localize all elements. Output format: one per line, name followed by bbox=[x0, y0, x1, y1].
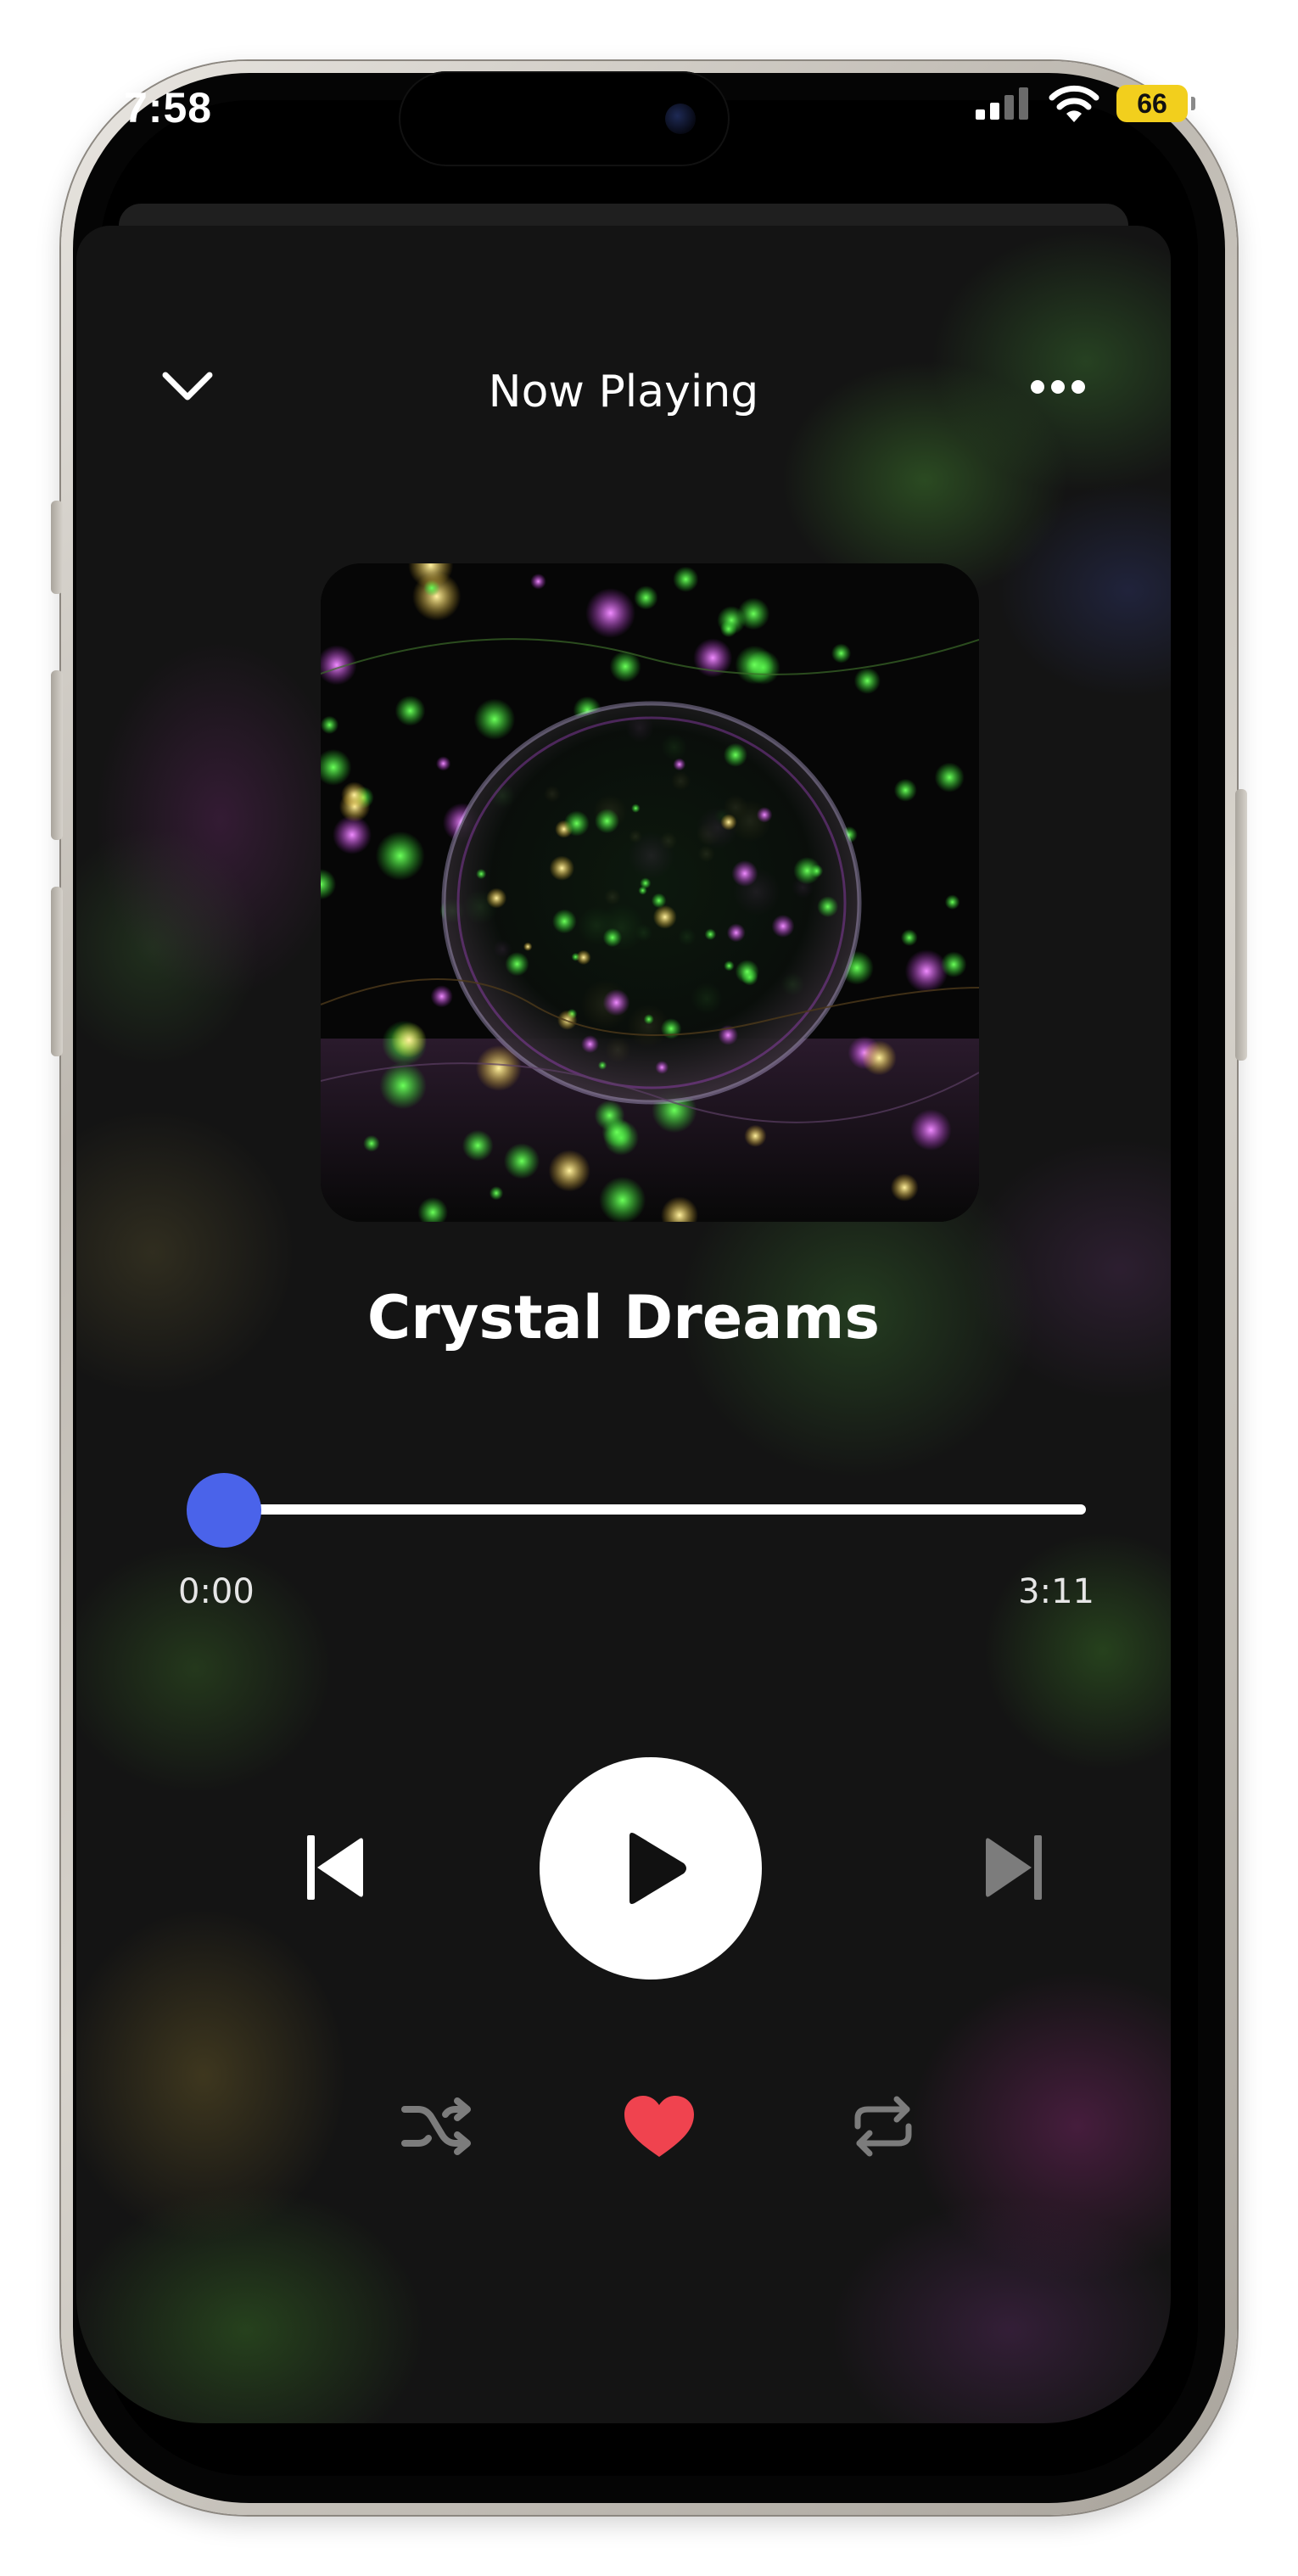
action-button[interactable] bbox=[51, 501, 63, 594]
fairy-light bbox=[909, 1109, 952, 1151]
refracted-light bbox=[563, 810, 590, 837]
refracted-light bbox=[505, 952, 529, 977]
refracted-light bbox=[735, 960, 759, 984]
refracted-light bbox=[726, 923, 746, 943]
fairy-light bbox=[462, 1129, 494, 1162]
power-button[interactable] bbox=[1235, 789, 1247, 1061]
refracted-light bbox=[631, 804, 641, 813]
fairy-light bbox=[944, 894, 960, 910]
wifi-icon bbox=[1049, 85, 1099, 122]
fairy-light bbox=[530, 574, 546, 590]
refracted-light bbox=[756, 807, 773, 823]
repeat-button[interactable] bbox=[820, 2067, 947, 2186]
refracted-light bbox=[576, 949, 591, 966]
refracted-light bbox=[673, 758, 686, 771]
fairy-light bbox=[940, 951, 967, 977]
refracted-light bbox=[523, 942, 533, 951]
shuffle-icon bbox=[401, 2097, 471, 2155]
now-playing-sheet: Now Playing Crystal Dreams 0:00 3:11 bbox=[76, 226, 1171, 2423]
fairy-light bbox=[634, 585, 658, 610]
refracted-light bbox=[594, 809, 620, 834]
refracted-light bbox=[602, 988, 630, 1016]
crystal-ball-artwork bbox=[321, 563, 979, 1222]
total-time: 3:11 bbox=[1018, 1572, 1094, 1611]
fairy-light bbox=[585, 588, 635, 638]
refracted-light bbox=[720, 814, 737, 831]
fairy-light bbox=[391, 1022, 427, 1058]
refracted-light bbox=[655, 1061, 669, 1074]
refracted-light bbox=[651, 893, 667, 909]
fairy-light bbox=[363, 1134, 380, 1152]
heart-icon bbox=[624, 2096, 694, 2157]
fairy-light bbox=[831, 643, 852, 664]
refracted-light bbox=[551, 909, 577, 934]
next-button[interactable] bbox=[950, 1804, 1077, 1931]
fairy-light bbox=[321, 715, 339, 735]
refracted-light bbox=[660, 1018, 682, 1039]
fairy-light bbox=[893, 778, 917, 802]
skip-previous-icon bbox=[307, 1835, 363, 1900]
refracted-light bbox=[476, 868, 487, 880]
page-title: Now Playing bbox=[488, 367, 759, 417]
progress-track[interactable] bbox=[200, 1504, 1086, 1515]
refracted-light bbox=[602, 927, 623, 948]
progress-thumb[interactable] bbox=[187, 1473, 261, 1548]
volume-down-button[interactable] bbox=[51, 887, 63, 1056]
progress-slider[interactable] bbox=[187, 1473, 1086, 1548]
refracted-light bbox=[723, 742, 747, 767]
fairy-light bbox=[430, 985, 453, 1008]
battery-icon: 66 bbox=[1116, 85, 1195, 122]
refracted-light bbox=[731, 860, 758, 888]
refracted-light bbox=[771, 915, 795, 938]
elapsed-time: 0:00 bbox=[178, 1572, 255, 1611]
status-time: 7:58 bbox=[124, 84, 213, 132]
fairy-light bbox=[394, 695, 426, 726]
fairy-light bbox=[890, 1173, 919, 1201]
fairy-light bbox=[601, 1117, 632, 1148]
refracted-light bbox=[817, 896, 839, 918]
fairy-light bbox=[934, 762, 965, 792]
fairy-light bbox=[861, 1040, 897, 1076]
shuffle-button[interactable] bbox=[373, 2067, 501, 2186]
play-button[interactable] bbox=[540, 1757, 762, 1980]
fairy-light bbox=[719, 620, 737, 638]
fairy-light bbox=[735, 645, 775, 685]
refracted-light bbox=[809, 864, 824, 878]
play-icon bbox=[629, 1833, 686, 1904]
refracted-light bbox=[581, 1035, 599, 1054]
fairy-light bbox=[904, 949, 948, 993]
fairy-light bbox=[473, 698, 516, 740]
refracted-light bbox=[652, 904, 677, 929]
fairy-light bbox=[673, 566, 699, 592]
skip-next-icon bbox=[986, 1835, 1042, 1900]
album-artwork bbox=[321, 563, 979, 1222]
status-icons: 66 bbox=[976, 85, 1195, 122]
refracted-light bbox=[486, 888, 507, 909]
track-title: Crystal Dreams bbox=[366, 1283, 881, 1352]
fairy-light bbox=[744, 1124, 767, 1147]
refracted-light bbox=[597, 1061, 607, 1070]
refracted-light bbox=[640, 877, 652, 889]
volume-up-button[interactable] bbox=[51, 670, 63, 840]
like-button[interactable] bbox=[596, 2067, 723, 2186]
cellular-signal-icon bbox=[976, 87, 1028, 120]
fairy-light bbox=[436, 756, 451, 771]
refracted-light bbox=[704, 928, 717, 940]
fairy-light bbox=[503, 1143, 540, 1179]
fairy-light bbox=[853, 667, 881, 694]
repeat-icon bbox=[854, 2096, 912, 2157]
fairy-light bbox=[900, 929, 918, 946]
previous-button[interactable] bbox=[271, 1804, 399, 1931]
fairy-light bbox=[548, 1150, 590, 1192]
fairy-light bbox=[599, 1176, 646, 1222]
refracted-light bbox=[724, 960, 735, 972]
dynamic-island bbox=[399, 71, 730, 166]
more-horizontal-icon[interactable] bbox=[1030, 378, 1086, 395]
fairy-light bbox=[489, 1186, 504, 1201]
refracted-light bbox=[643, 1014, 654, 1025]
fairy-light bbox=[341, 781, 368, 809]
front-camera bbox=[665, 104, 696, 134]
fairy-light bbox=[375, 831, 425, 881]
refracted-light bbox=[549, 855, 574, 881]
